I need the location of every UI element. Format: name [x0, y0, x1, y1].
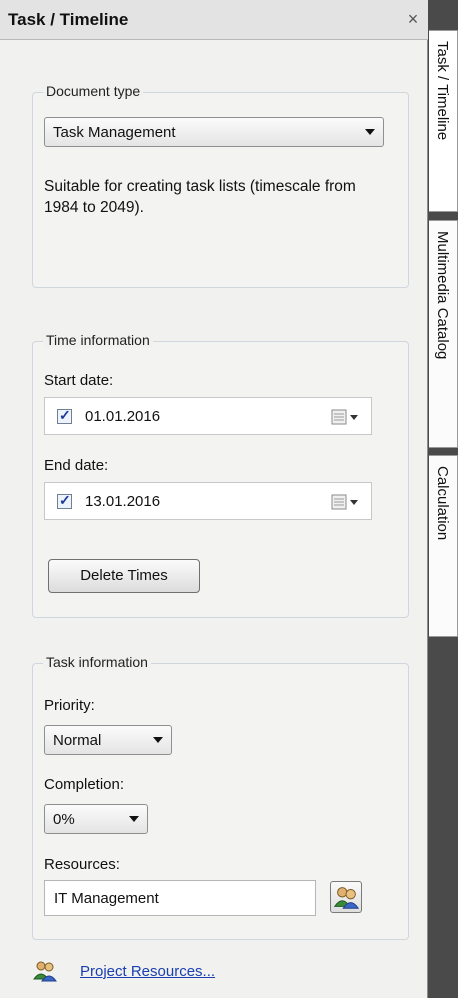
start-date-label: Start date:: [44, 372, 114, 389]
completion-value: 0%: [53, 811, 75, 828]
panel-title: Task / Timeline: [8, 10, 129, 29]
end-date-field[interactable]: ✓ 13.01.2016: [44, 482, 372, 520]
delete-times-button[interactable]: Delete Times: [48, 559, 200, 593]
panel-titlebar: Task / Timeline ×: [0, 0, 428, 40]
tab-calculation[interactable]: Calculation: [429, 455, 458, 637]
tab-task-timeline[interactable]: Task / Timeline: [429, 30, 458, 212]
resources-label: Resources:: [44, 856, 120, 873]
document-type-value: Task Management: [53, 124, 176, 141]
end-date-label: End date:: [44, 457, 109, 474]
calendar-dropdown-icon[interactable]: [331, 408, 361, 426]
checkmark-icon: ✓: [59, 407, 71, 423]
chevron-down-icon: [153, 737, 163, 743]
chevron-down-icon: [365, 129, 375, 135]
calendar-dropdown-icon[interactable]: [331, 493, 361, 511]
completion-select[interactable]: 0%: [44, 804, 148, 834]
checkmark-icon: ✓: [59, 492, 71, 508]
document-type-legend: Document type: [43, 83, 144, 99]
tab-task-timeline-label: Task / Timeline: [434, 41, 451, 141]
end-date-value: 13.01.2016: [85, 493, 161, 510]
tab-multimedia-catalog-label: Multimedia Catalog: [434, 231, 451, 360]
document-type-select[interactable]: Task Management: [44, 117, 384, 147]
task-information-legend: Task information: [43, 654, 151, 670]
priority-label: Priority:: [44, 697, 95, 714]
tab-multimedia-catalog[interactable]: Multimedia Catalog: [429, 220, 458, 448]
chevron-down-icon: [129, 816, 139, 822]
users-icon: [333, 887, 360, 909]
completion-label: Completion:: [44, 776, 125, 793]
start-date-field[interactable]: ✓ 01.01.2016: [44, 397, 372, 435]
select-resources-button[interactable]: [330, 881, 362, 913]
priority-value: Normal: [53, 732, 102, 749]
start-date-value: 01.01.2016: [85, 408, 161, 425]
end-date-checkbox[interactable]: ✓: [57, 492, 72, 509]
start-date-checkbox[interactable]: ✓: [57, 407, 72, 424]
side-tabs: Task / Timeline Multimedia Catalog Calcu…: [429, 0, 458, 998]
document-type-description: Suitable for creating task lists (timesc…: [44, 178, 356, 216]
resources-input[interactable]: IT Management: [44, 880, 316, 916]
priority-select[interactable]: Normal: [44, 725, 172, 755]
task-timeline-panel: Task / Timeline × Document type Task Man…: [0, 0, 428, 998]
users-icon[interactable]: [32, 958, 58, 982]
time-information-legend: Time information: [43, 332, 153, 348]
close-icon[interactable]: ×: [405, 10, 421, 28]
project-resources-link[interactable]: Project Resources...: [80, 963, 215, 980]
tab-calculation-label: Calculation: [434, 466, 451, 541]
resources-value: IT Management: [54, 890, 159, 907]
